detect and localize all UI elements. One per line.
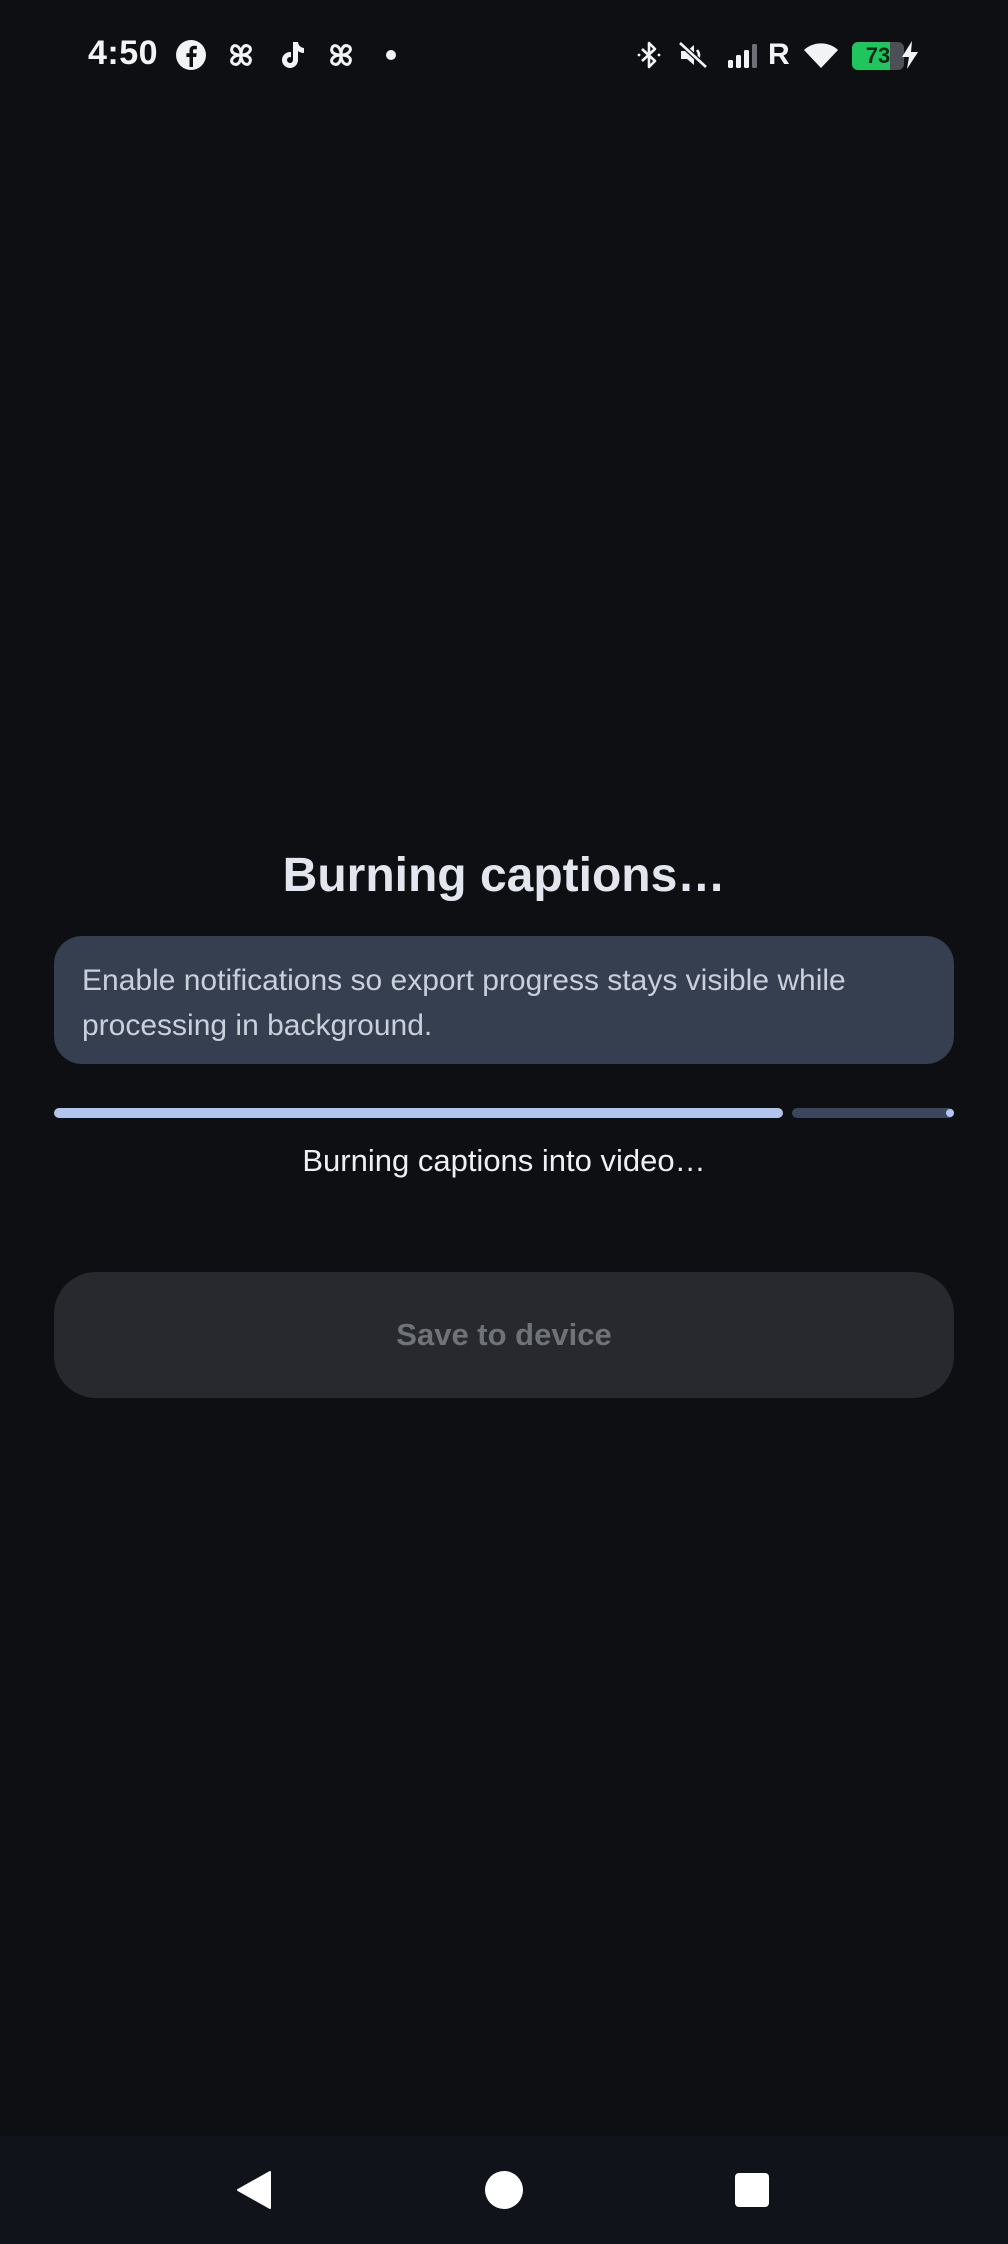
battery-indicator: 73 — [852, 42, 904, 70]
facebook-icon — [174, 38, 208, 72]
signal-icon — [726, 38, 766, 72]
pinwheel-icon — [324, 38, 358, 72]
roaming-indicator: R — [768, 38, 790, 71]
progress-status-text: Burning captions into video… — [302, 1143, 706, 1178]
progress-fill — [54, 1108, 783, 1118]
progress-track — [792, 1108, 954, 1118]
charging-icon — [898, 38, 922, 72]
notifications-notice: Enable notifications so export progress … — [54, 936, 954, 1064]
home-icon[interactable] — [468, 2154, 540, 2226]
back-icon[interactable] — [218, 2154, 290, 2226]
status-bar: 4:50 R 73 — [0, 0, 1008, 114]
export-progress-bar — [54, 1108, 954, 1118]
muted-icon — [676, 38, 710, 72]
dot-icon — [374, 38, 408, 72]
pinwheel-icon — [224, 38, 258, 72]
navigation-bar — [0, 2136, 1008, 2244]
tiktok-icon — [274, 38, 308, 72]
battery-level: 73 — [865, 43, 891, 68]
export-title: Burning captions… — [282, 849, 726, 902]
progress-end-dot — [946, 1109, 954, 1117]
recents-icon[interactable] — [716, 2154, 788, 2226]
save-to-device-button[interactable]: Save to device — [54, 1272, 954, 1398]
bluetooth-icon — [632, 38, 666, 72]
status-time: 4:50 — [88, 34, 159, 72]
wifi-icon — [802, 38, 840, 72]
